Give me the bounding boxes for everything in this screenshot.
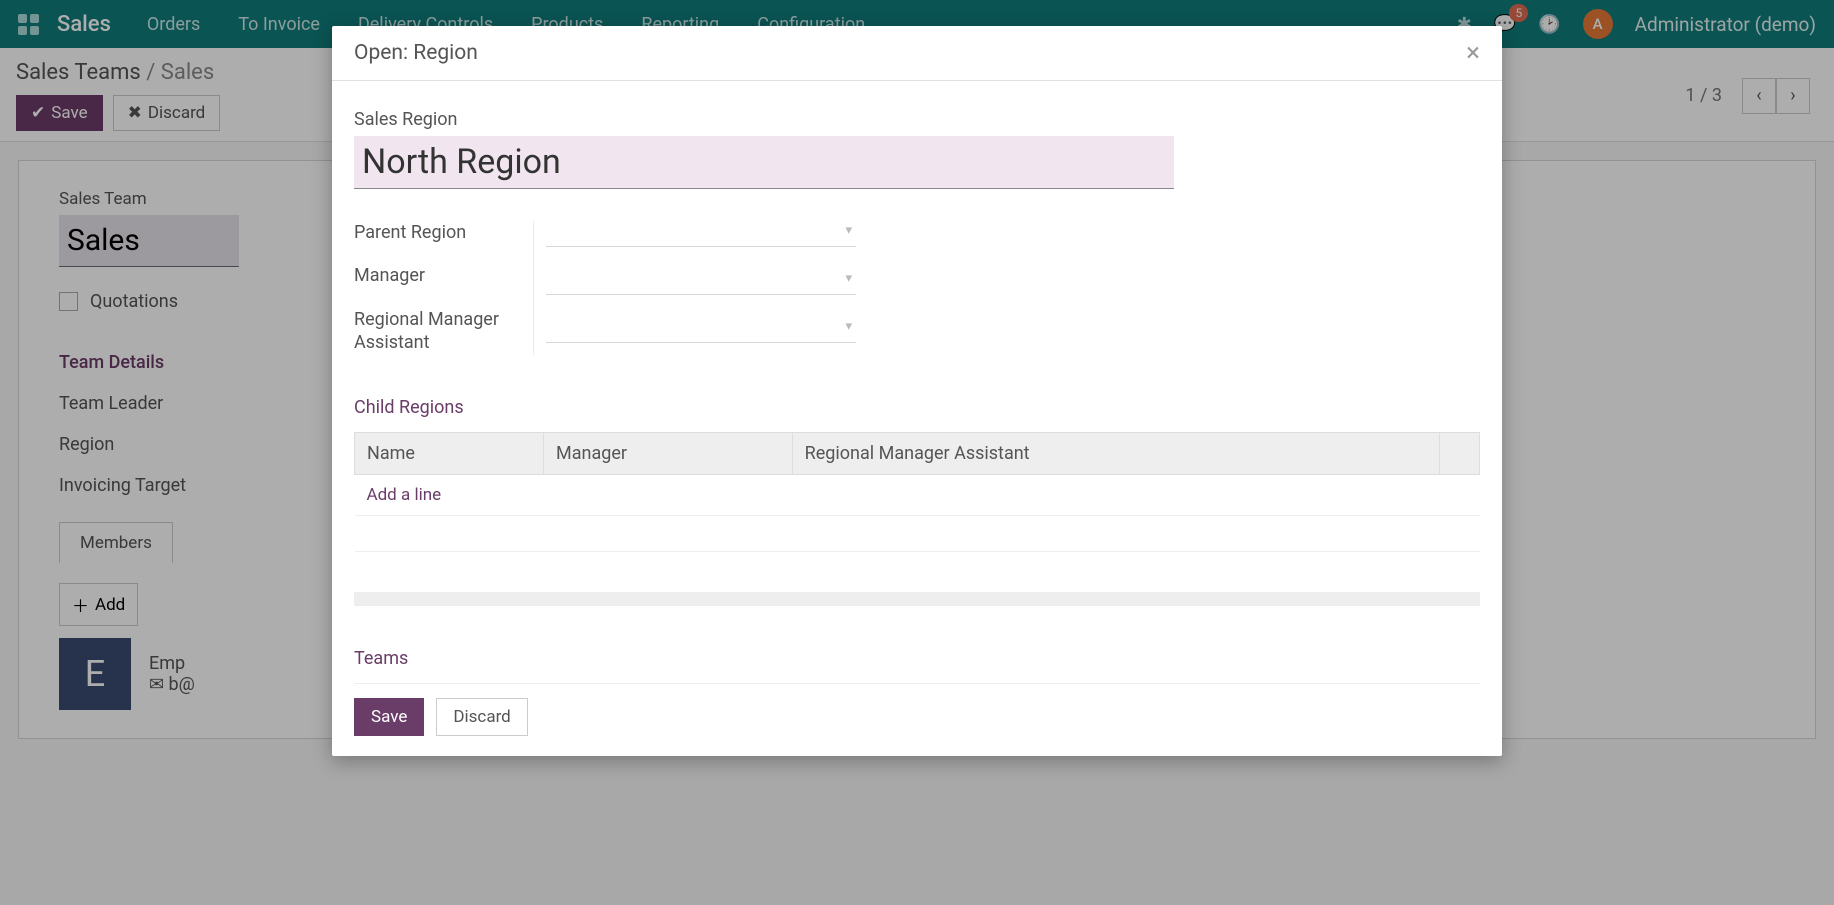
manager-select[interactable] bbox=[546, 269, 856, 295]
child-regions-title: Child Regions bbox=[354, 397, 1480, 418]
parent-region-select[interactable] bbox=[546, 221, 856, 247]
close-icon[interactable]: × bbox=[1466, 40, 1480, 66]
table-row: Add a line bbox=[355, 474, 1480, 515]
teams-title: Teams bbox=[354, 648, 1480, 669]
col-manager[interactable]: Manager bbox=[544, 432, 793, 474]
table-footer-bar bbox=[354, 592, 1480, 606]
modal-body: Sales Region Parent Region Manager Regio… bbox=[332, 81, 1502, 684]
child-regions-table: Name Manager Regional Manager Assistant … bbox=[354, 432, 1480, 552]
sales-region-input[interactable] bbox=[354, 136, 1174, 189]
sales-region-label: Sales Region bbox=[354, 109, 1480, 130]
manager-label: Manager bbox=[354, 264, 521, 287]
region-fields: Parent Region Manager Regional Manager A… bbox=[354, 221, 1480, 355]
modal-save-button[interactable]: Save bbox=[354, 698, 424, 736]
col-rma[interactable]: Regional Manager Assistant bbox=[792, 432, 1439, 474]
modal-discard-button[interactable]: Discard bbox=[436, 698, 527, 736]
parent-region-label: Parent Region bbox=[354, 221, 521, 244]
add-a-line[interactable]: Add a line bbox=[367, 485, 442, 505]
rma-select[interactable] bbox=[546, 317, 856, 343]
modal-header: Open: Region × bbox=[332, 26, 1502, 81]
table-row bbox=[355, 515, 1480, 551]
col-actions bbox=[1440, 432, 1480, 474]
col-name[interactable]: Name bbox=[355, 432, 544, 474]
region-modal: Open: Region × Sales Region Parent Regio… bbox=[332, 26, 1502, 756]
rma-label: Regional Manager Assistant bbox=[354, 308, 521, 355]
modal-title: Open: Region bbox=[354, 41, 478, 65]
modal-footer: Save Discard bbox=[332, 684, 1502, 756]
